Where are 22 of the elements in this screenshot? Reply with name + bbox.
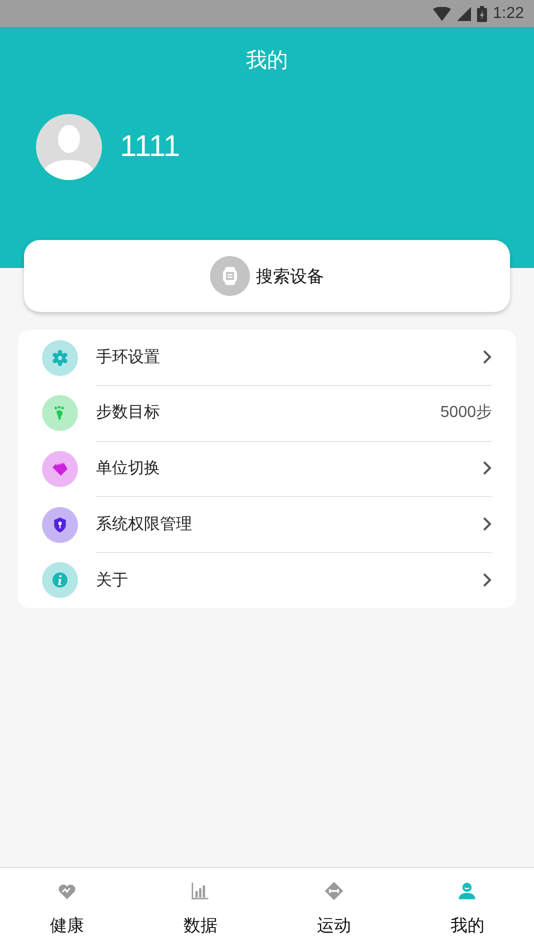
menu-item[interactable]: 系统权限管理	[42, 496, 492, 552]
user-name: 1111	[120, 130, 180, 164]
status-time: 1:22	[492, 4, 524, 22]
wifi-icon	[432, 6, 451, 20]
search-device-button[interactable]: 搜索设备	[24, 240, 510, 312]
chevron-right-icon	[482, 572, 492, 588]
battery-icon	[476, 6, 487, 22]
menu-item[interactable]: 单位切换	[42, 441, 492, 497]
signal-icon	[456, 6, 471, 20]
step-goal-value: 5000步	[440, 402, 492, 424]
chevron-right-icon	[482, 516, 492, 532]
menu-item[interactable]: 手环设置	[42, 330, 492, 386]
chevron-right-icon	[482, 349, 492, 366]
tab[interactable]: 我的	[400, 868, 534, 950]
chevron-right-icon	[482, 460, 492, 476]
tab[interactable]: 健康	[0, 868, 134, 950]
menu-item[interactable]: 步数目标 5000步	[42, 386, 492, 442]
page-title: 我的	[246, 47, 288, 74]
tab[interactable]: 数据	[134, 868, 267, 950]
menu-item[interactable]: 关于	[42, 552, 492, 608]
tab[interactable]: 运动	[267, 868, 400, 950]
watch-icon	[210, 256, 250, 296]
